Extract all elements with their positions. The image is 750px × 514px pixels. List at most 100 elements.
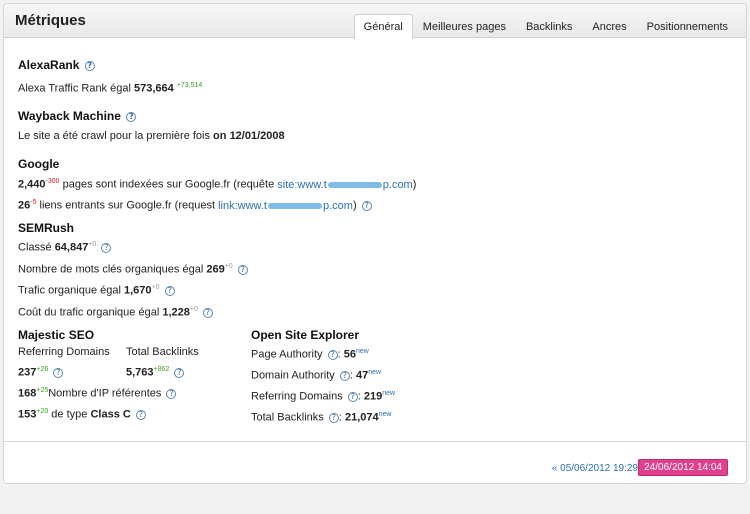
ose-pa-new: new (356, 348, 369, 355)
help-icon[interactable]: ? (202, 307, 213, 318)
majestic-heading: Majestic SEO (18, 328, 95, 342)
wayback-on: on (213, 130, 227, 142)
ose-pa-line: Page Authority ?: 56new (251, 348, 369, 361)
google-pages-close: ) (412, 178, 417, 191)
semrush-traffic-line: Trafic organique égal 1,670+0 ? (18, 284, 175, 297)
majestic-rd-delta: +26 (36, 366, 49, 373)
ose-tb-new: new (378, 411, 392, 418)
help-icon[interactable]: ? (347, 391, 358, 402)
google-link-link-start: link:www.t (218, 199, 267, 212)
semrush-cost-line: Coût du trafic organique égal 1,228+0 ? (18, 306, 213, 319)
alexa-delta: +73,514 (176, 82, 203, 89)
majestic-classc-text: de type (51, 408, 88, 421)
panel-header: Métriques Général Meilleures pages Backl… (4, 4, 746, 39)
tab-bar: Général Meilleures pages Backlinks Ancre… (353, 14, 738, 39)
help-icon[interactable]: ? (135, 409, 146, 420)
majestic-tb-value: 5,763+862 ? (126, 366, 185, 379)
google-link-link[interactable]: link:www.t p.com (218, 200, 353, 212)
semrush-heading: SEMRush (18, 221, 75, 235)
ose-da-value: 47 (355, 369, 369, 382)
page-title: Métriques (15, 12, 86, 29)
help-icon[interactable]: ? (164, 285, 175, 296)
help-icon[interactable]: ? (339, 370, 350, 381)
redacted-domain (327, 181, 382, 188)
google-pages-line: 2,440-300 pages sont indexées sur Google… (18, 178, 416, 191)
help-icon[interactable]: ? (328, 412, 339, 423)
tab-general[interactable]: Général (353, 14, 413, 39)
metrics-panel: Métriques Général Meilleures pages Backl… (3, 3, 747, 484)
help-icon[interactable]: ? (361, 200, 372, 211)
majestic-tb-delta: +862 (153, 366, 170, 373)
alexa-heading: AlexaRank ? (18, 58, 95, 72)
ose-rd-new: new (382, 390, 396, 397)
semrush-cost-label: Coût du trafic organique égal (18, 306, 160, 319)
majestic-classc-number: 153 (18, 408, 37, 421)
current-date-badge: 24/06/2012 14:04 (638, 459, 728, 476)
help-icon[interactable]: ? (84, 60, 95, 71)
google-pages-text: pages sont indexées sur Google.fr (requê… (62, 178, 275, 191)
wayback-text: Le site a été crawl pour la première foi… (18, 130, 210, 142)
majestic-col-referring: Referring Domains (18, 346, 110, 358)
ose-da-label: Domain Authority (251, 369, 335, 382)
wayback-date: 12/01/2008 (229, 130, 285, 142)
majestic-ip-text: Nombre d'IP référentes (48, 387, 162, 400)
wayback-line: Le site a été crawl pour la première foi… (18, 130, 285, 142)
wayback-heading: Wayback Machine ? (18, 109, 137, 123)
help-icon[interactable]: ? (327, 349, 338, 360)
alexa-text: Alexa Traffic Rank égal (18, 82, 131, 95)
help-icon[interactable]: ? (101, 242, 112, 253)
panel-footer: « 05/06/2012 19:29 24/06/2012 14:04 (4, 441, 746, 483)
google-links-value: 26 (18, 199, 31, 212)
semrush-keywords-value: 269 (206, 263, 225, 276)
google-site-link-end: p.com (382, 178, 413, 191)
tab-anchors[interactable]: Ancres (582, 14, 636, 39)
tab-rankings[interactable]: Positionnements (637, 14, 738, 39)
google-links-close: ) (352, 199, 357, 212)
google-heading: Google (18, 157, 60, 171)
ose-rd-label: Referring Domains (251, 390, 343, 403)
help-icon[interactable]: ? (166, 388, 177, 399)
ose-heading: Open Site Explorer (251, 328, 360, 342)
redacted-domain (268, 202, 322, 209)
help-icon[interactable]: ? (53, 367, 64, 378)
ose-da-new: new (368, 369, 382, 376)
alexa-value: 573,664 (133, 82, 174, 95)
tab-backlinks[interactable]: Backlinks (516, 14, 582, 39)
semrush-keywords-delta: +0 (224, 263, 233, 270)
ose-tb-value: 21,074 (344, 411, 379, 424)
majestic-tb-number: 5,763 (126, 366, 154, 379)
majestic-rd-number: 237 (18, 366, 37, 379)
majestic-ip-line: 168+25Nombre d'IP référentes ? (18, 387, 177, 400)
majestic-classc-delta: +20 (36, 408, 49, 415)
semrush-keywords-line: Nombre de mots clés organiques égal 269+… (18, 263, 248, 276)
wayback-heading-text: Wayback Machine (18, 109, 121, 123)
google-links-line: 26-5 liens entrants sur Google.fr (reque… (18, 199, 372, 212)
google-link-link-end: p.com (323, 199, 353, 212)
alexa-line: Alexa Traffic Rank égal 573,664 +73,514 (18, 82, 202, 95)
google-pages-value: 2,440 (18, 178, 46, 191)
semrush-classe-value: 64,847 (54, 241, 89, 254)
ose-pa-value: 56 (343, 348, 356, 361)
ose-rd-value: 219 (363, 390, 383, 403)
google-site-link[interactable]: site:www.t p.com (277, 179, 412, 191)
previous-date-link[interactable]: « 05/06/2012 19:29 (552, 463, 638, 474)
ose-pa-label: Page Authority (251, 348, 323, 361)
semrush-cost-delta: +0 (189, 306, 198, 313)
google-links-text: liens entrants sur Google.fr (request (39, 199, 216, 212)
help-icon[interactable]: ? (237, 264, 248, 275)
google-site-link-start: site:www.t (277, 178, 327, 191)
semrush-traffic-label: Trafic organique égal (18, 284, 121, 297)
majestic-rd-value: 237+26 ? (18, 366, 64, 379)
ose-da-line: Domain Authority ?: 47new (251, 369, 382, 382)
semrush-keywords-label: Nombre de mots clés organiques égal (18, 263, 204, 276)
ose-tb-line: Total Backlinks ?: 21,074new (251, 411, 392, 424)
tab-best-pages[interactable]: Meilleures pages (413, 14, 516, 39)
help-icon[interactable]: ? (126, 111, 137, 122)
google-links-delta: -5 (30, 199, 37, 206)
semrush-classe-line: Classé 64,847+0 ? (18, 241, 112, 254)
help-icon[interactable]: ? (174, 367, 185, 378)
semrush-cost-value: 1,228 (162, 306, 190, 319)
majestic-ip-number: 168 (18, 387, 37, 400)
majestic-classc-bold: Class C (90, 408, 131, 421)
majestic-classc-line: 153+20 de type Class C ? (18, 408, 146, 421)
